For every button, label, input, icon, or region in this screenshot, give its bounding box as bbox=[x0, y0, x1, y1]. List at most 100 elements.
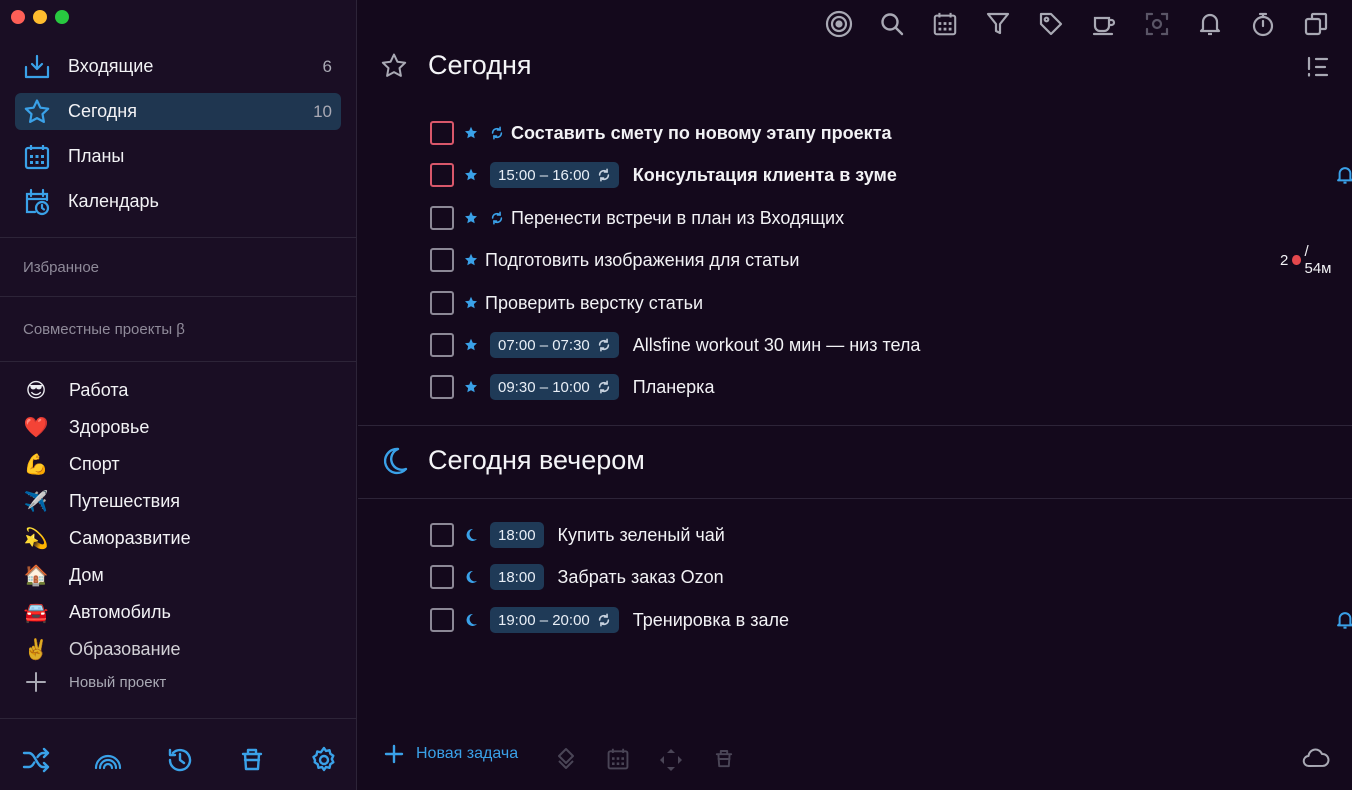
bell-icon[interactable] bbox=[1192, 8, 1228, 40]
project-item-work[interactable]: 😎 Работа bbox=[23, 372, 343, 409]
sidebar-bottom-bar bbox=[20, 744, 340, 776]
project-item-sport[interactable]: 💪 Спорт bbox=[23, 446, 343, 483]
task-row[interactable]: Подготовить изображения для статьи 2 / 54м bbox=[430, 243, 1332, 277]
sidebar-item-inbox[interactable]: Входящие 6 bbox=[15, 48, 341, 85]
focus-target-icon[interactable] bbox=[821, 8, 857, 40]
rainbow-icon[interactable] bbox=[92, 744, 124, 776]
cloud-sync-icon[interactable] bbox=[1302, 747, 1330, 774]
copy-windows-icon[interactable] bbox=[1298, 8, 1334, 40]
task-row[interactable]: Проверить верстку статьи bbox=[430, 288, 1330, 318]
time-chip-label: 18:00 bbox=[498, 568, 536, 586]
task-title[interactable]: Подготовить изображения для статьи bbox=[485, 250, 799, 271]
time-chip[interactable]: 18:00 bbox=[490, 564, 544, 590]
task-checkbox[interactable] bbox=[430, 121, 454, 145]
task-checkbox[interactable] bbox=[430, 291, 454, 315]
window-controls bbox=[11, 10, 69, 24]
calendar-icon[interactable] bbox=[606, 747, 630, 771]
repeat-icon bbox=[598, 613, 609, 627]
task-checkbox[interactable] bbox=[430, 523, 454, 547]
task-title[interactable]: Забрать заказ Ozon bbox=[558, 567, 724, 588]
task-marker bbox=[464, 338, 478, 352]
task-title[interactable]: Составить смету по новому этапу проекта bbox=[511, 123, 892, 144]
task-row[interactable]: 18:00 Забрать заказ Ozon bbox=[430, 562, 1330, 592]
task-marker bbox=[464, 126, 478, 140]
task-checkbox[interactable] bbox=[430, 375, 454, 399]
reminder-bell[interactable] bbox=[1335, 610, 1352, 630]
star-icon bbox=[23, 98, 51, 126]
time-chip-label: 15:00 – 16:00 bbox=[498, 166, 590, 184]
task-title[interactable]: Allsfine workout 30 мин — низ тела bbox=[633, 335, 921, 356]
task-title[interactable]: Планерка bbox=[633, 377, 715, 398]
inbox-icon bbox=[23, 53, 51, 81]
task-checkbox[interactable] bbox=[430, 333, 454, 357]
task-row[interactable]: 07:00 – 07:30 Allsfine workout 30 мин — н… bbox=[430, 330, 1330, 360]
task-checkbox[interactable] bbox=[430, 163, 454, 187]
plus-icon bbox=[26, 672, 46, 692]
project-item-education[interactable]: ✌️ Образование bbox=[23, 631, 343, 668]
time-chip[interactable]: 07:00 – 07:30 bbox=[490, 332, 619, 358]
task-checkbox[interactable] bbox=[430, 608, 454, 632]
divider bbox=[0, 718, 357, 719]
project-item-home[interactable]: 🏠 Дом bbox=[23, 557, 343, 594]
task-title[interactable]: Проверить верстку статьи bbox=[485, 293, 703, 314]
favorites-section-title[interactable]: Избранное bbox=[23, 259, 99, 276]
task-title[interactable]: Купить зеленый чай bbox=[558, 525, 725, 546]
sidebar-item-plans[interactable]: Планы bbox=[15, 138, 341, 175]
task-row[interactable]: Составить смету по новому этапу проекта bbox=[430, 118, 1330, 148]
task-row[interactable]: 18:00 Купить зеленый чай bbox=[430, 520, 1330, 550]
shuffle-icon[interactable] bbox=[20, 744, 52, 776]
tag-icon[interactable] bbox=[1033, 8, 1069, 40]
task-title[interactable]: Перенести встречи в план из Входящих bbox=[511, 208, 844, 229]
task-checkbox[interactable] bbox=[430, 565, 454, 589]
sidebar-item-calendar[interactable]: Календарь bbox=[15, 183, 341, 220]
task-title[interactable]: Тренировка в зале bbox=[633, 610, 789, 631]
reminder-bell[interactable] bbox=[1335, 165, 1352, 185]
search-icon[interactable] bbox=[874, 8, 910, 40]
new-project-button[interactable]: Новый проект bbox=[23, 669, 166, 695]
settings-gear-icon[interactable] bbox=[308, 744, 340, 776]
coffee-cup-icon[interactable] bbox=[1086, 8, 1122, 40]
filter-icon[interactable] bbox=[980, 8, 1016, 40]
project-item-self-development[interactable]: 💫 Саморазвитие bbox=[23, 520, 343, 557]
task-row[interactable]: 09:30 – 10:00 Планерка bbox=[430, 372, 1330, 402]
task-row[interactable]: 19:00 – 20:00 Тренировка в зале bbox=[430, 605, 1352, 635]
task-row[interactable]: Перенести встречи в план из Входящих bbox=[430, 203, 1330, 233]
time-chip-label: 07:00 – 07:30 bbox=[498, 336, 590, 354]
moon-icon bbox=[466, 613, 477, 626]
task-title[interactable]: Консультация клиента в зуме bbox=[633, 165, 897, 186]
sidebar-item-today[interactable]: Сегодня 10 bbox=[15, 93, 341, 130]
minimize-window-button[interactable] bbox=[33, 10, 47, 24]
focus-frame-icon[interactable] bbox=[1139, 8, 1175, 40]
stopwatch-icon[interactable] bbox=[1245, 8, 1281, 40]
task-row[interactable]: 15:00 – 16:00 Консультация клиента в зуме bbox=[430, 160, 1352, 190]
time-chip[interactable]: 09:30 – 10:00 bbox=[490, 374, 619, 400]
time-chip[interactable]: 15:00 – 16:00 bbox=[490, 162, 619, 188]
today-section-header: Сегодня bbox=[380, 50, 531, 81]
shared-projects-section-title[interactable]: Совместные проекты β bbox=[23, 321, 185, 338]
time-chip[interactable]: 19:00 – 20:00 bbox=[490, 607, 619, 633]
task-checkbox[interactable] bbox=[430, 248, 454, 272]
move-layers-icon[interactable] bbox=[554, 747, 578, 771]
close-window-button[interactable] bbox=[11, 10, 25, 24]
divider bbox=[358, 498, 1352, 499]
sidebar: Входящие 6 Сегодня 10 Планы Календарь Из… bbox=[0, 0, 357, 790]
time-chip[interactable]: 18:00 bbox=[490, 522, 544, 548]
zoom-window-button[interactable] bbox=[55, 10, 69, 24]
task-checkbox[interactable] bbox=[430, 206, 454, 230]
project-item-health[interactable]: ❤️ Здоровье bbox=[23, 409, 343, 446]
sort-priority-icon[interactable] bbox=[1306, 55, 1330, 84]
calendar-icon[interactable] bbox=[927, 8, 963, 40]
time-chip-label: 09:30 – 10:00 bbox=[498, 378, 590, 396]
sidebar-item-count: 6 bbox=[322, 56, 332, 76]
move-arrows-icon[interactable] bbox=[658, 747, 684, 773]
divider bbox=[358, 425, 1352, 426]
bell-icon bbox=[1337, 167, 1352, 184]
history-icon[interactable] bbox=[164, 744, 196, 776]
star-icon bbox=[465, 126, 477, 139]
trash-icon[interactable] bbox=[236, 744, 268, 776]
new-task-button[interactable]: Новая задача bbox=[384, 744, 518, 764]
project-item-car[interactable]: 🚘 Автомобиль bbox=[23, 594, 343, 631]
project-item-travel[interactable]: ✈️ Путешествия bbox=[23, 483, 343, 520]
trash-icon[interactable] bbox=[712, 747, 736, 771]
project-emoji: ❤️ bbox=[23, 416, 49, 439]
